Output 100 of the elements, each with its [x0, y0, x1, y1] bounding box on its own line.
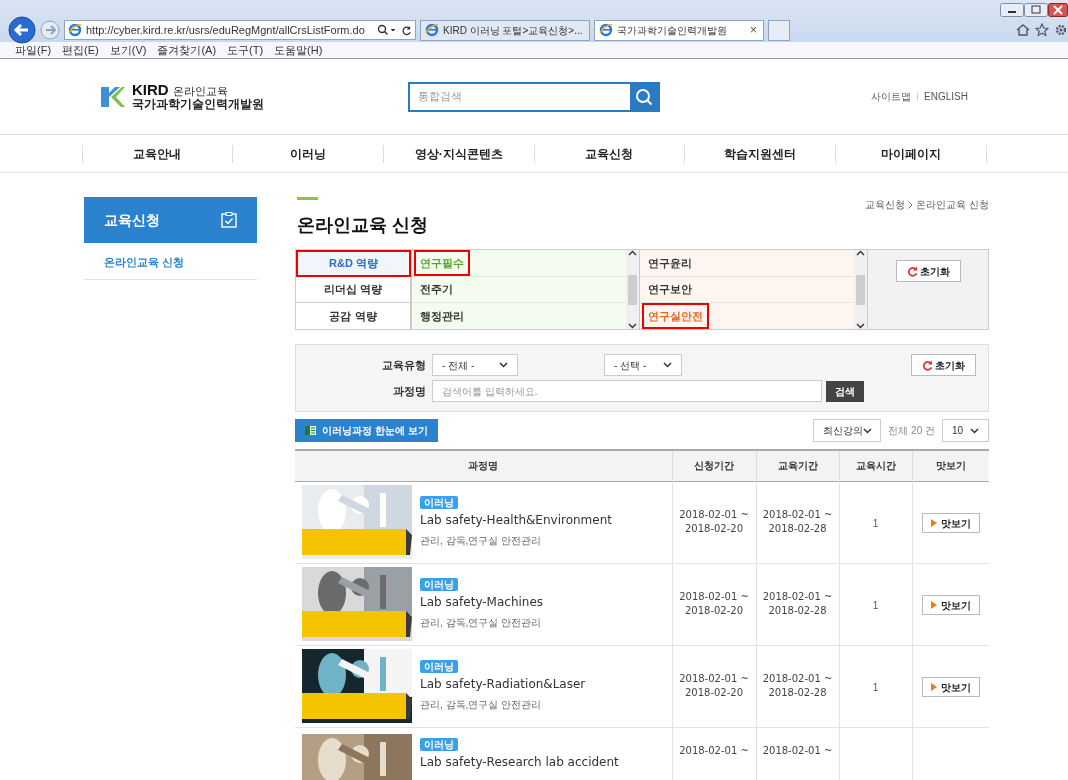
- dropdown[interactable]: - 전체 -: [432, 354, 518, 376]
- table-cell-text: 2018-02-01 ~ 2018-02-28: [761, 672, 834, 700]
- reset-button[interactable]: 초기화: [911, 354, 976, 376]
- table-cell-text: 2018-02-01 ~: [678, 743, 750, 758]
- chevron-up-icon: [856, 250, 865, 256]
- settings-icon[interactable]: [1054, 23, 1066, 37]
- ie-logo-icon: [599, 23, 613, 37]
- spreadsheet-icon: [305, 425, 316, 436]
- table-cell: 1: [872, 682, 879, 693]
- category-option[interactable]: 행정관리: [416, 304, 468, 328]
- refresh-icon: [906, 265, 918, 277]
- scroll-thumb[interactable]: [628, 274, 637, 305]
- scrollbar[interactable]: [626, 250, 639, 329]
- refresh-icon: [922, 359, 933, 371]
- column-header: 교육기간: [756, 450, 839, 481]
- sidebar-item[interactable]: 온라인교육 신청: [84, 243, 257, 280]
- browser-tab[interactable]: 국가과학기술인력개발원 ×: [594, 19, 764, 41]
- table-cell-text: 2018-02-01 ~ 2018-02-28: [761, 508, 834, 536]
- nav-item[interactable]: 이러닝: [290, 144, 326, 163]
- menu-item[interactable]: 즐겨찾기(A): [157, 41, 217, 59]
- preview-button[interactable]: 맛보기: [921, 513, 980, 533]
- dropdown[interactable]: 최신강의: [813, 419, 882, 442]
- nav-item[interactable]: 교육안내: [133, 144, 182, 163]
- course-type-badge: 이러닝: [420, 496, 458, 509]
- breadcrumb-item[interactable]: 온라인교육 신청: [916, 197, 989, 212]
- category-option[interactable]: 연구보안: [644, 278, 696, 301]
- close-icon[interactable]: [1048, 3, 1068, 17]
- table-cell-text: 2018-02-01 ~: [761, 743, 834, 758]
- course-type-badge: 이러닝: [420, 660, 458, 673]
- home-icon[interactable]: [1016, 23, 1030, 37]
- table-cell: 1: [872, 600, 879, 611]
- logo-tagline: 온라인교육: [172, 84, 228, 98]
- search-field[interactable]: 검색어를 입력하세요.: [432, 380, 822, 402]
- logo-icon: [100, 84, 126, 109]
- course-tags: 관리, 감독,연구실 안전관리: [420, 697, 542, 712]
- total-count: 전체 20 건: [888, 424, 935, 438]
- scroll-thumb[interactable]: [856, 274, 865, 305]
- menu-item[interactable]: 파일(F): [15, 41, 52, 59]
- field-label: 과정명: [392, 383, 427, 399]
- course-tags: 관리, 감독,연구실 안전관리: [420, 533, 542, 548]
- search-button[interactable]: 검색: [826, 380, 864, 402]
- play-icon: [930, 683, 937, 691]
- course-title-link[interactable]: Lab safety-Health&Environment: [420, 511, 612, 529]
- preview-button[interactable]: 맛보기: [921, 677, 980, 697]
- chevron-down-icon: [970, 427, 979, 434]
- excel-view-button[interactable]: 이러닝과정 한눈에 보기: [295, 419, 438, 442]
- table-cell-text: 2018-02-01 ~ 2018-02-28: [761, 590, 834, 618]
- chevron-right-icon: [908, 200, 914, 209]
- tab-close-button[interactable]: ×: [748, 21, 759, 39]
- course-type-badge: 이러닝: [420, 737, 458, 751]
- nav-item[interactable]: 마이페이지: [880, 144, 941, 163]
- course-type-badge: 이러닝: [420, 578, 458, 591]
- search-icon[interactable]: [630, 83, 658, 110]
- table-cell-text: 2018-02-01 ~ 2018-02-20: [678, 590, 750, 618]
- ie-logo-icon: [68, 23, 82, 37]
- nav-item[interactable]: 교육신청: [585, 144, 634, 163]
- course-title-link[interactable]: Lab safety-Radiation&Laser: [420, 675, 586, 693]
- menu-item[interactable]: 보기(V): [109, 41, 147, 59]
- column-header: 과정명: [295, 450, 672, 481]
- table-cell-text: 2018-02-01 ~ 2018-02-20: [678, 672, 750, 700]
- dropdown[interactable]: 10: [942, 419, 989, 442]
- minimize-icon[interactable]: [1000, 3, 1024, 17]
- sidebar-title: 교육신청: [104, 210, 160, 230]
- category-option[interactable]: 전주기: [416, 278, 457, 301]
- browser-tab[interactable]: KIRD 이러닝 포털>교육신청>...: [420, 19, 590, 41]
- table-cell-text: 2018-02-01 ~ 2018-02-20: [678, 508, 750, 536]
- course-title-link[interactable]: Lab safety-Research lab accident: [420, 752, 619, 771]
- category-option[interactable]: 연구윤리: [644, 251, 696, 275]
- logo-brand: KIRD: [132, 82, 169, 96]
- menu-item[interactable]: 편집(E): [62, 41, 99, 59]
- clipboard-check-icon: [221, 212, 237, 228]
- header-link[interactable]: 사이트맵: [871, 89, 912, 104]
- page-title: 온라인교육 신청: [297, 214, 428, 237]
- header-link[interactable]: ENGLISH: [924, 89, 968, 104]
- category-item[interactable]: R&D 역량: [296, 250, 411, 277]
- logo-org-name: 국가과학기술인력개발원: [132, 97, 264, 111]
- address-field[interactable]: http://cyber.kird.re.kr/usrs/eduRegMgnt/allCrsListForm.do: [64, 20, 416, 40]
- scrollbar[interactable]: [854, 250, 867, 329]
- chevron-down-icon: [628, 323, 637, 329]
- column-header: 신청기간: [672, 450, 756, 481]
- course-tags: 관리, 감독,연구실 안전관리: [420, 615, 542, 630]
- dropdown[interactable]: - 선택 -: [604, 354, 682, 376]
- menu-item[interactable]: 도구(T): [227, 41, 264, 59]
- chevron-down-icon: [499, 362, 508, 368]
- ie-logo-icon: [425, 23, 439, 37]
- star-icon[interactable]: [1035, 23, 1049, 37]
- search-icon: [377, 24, 397, 36]
- chevron-down-icon: [856, 323, 865, 329]
- chevron-up-icon: [628, 250, 637, 256]
- reset-button[interactable]: 초기화: [895, 260, 961, 282]
- course-title-link[interactable]: Lab safety-Machines: [420, 593, 544, 611]
- preview-button[interactable]: 맛보기: [921, 595, 980, 615]
- breadcrumb-item[interactable]: 교육신청: [865, 197, 906, 212]
- chevron-down-icon: [863, 427, 873, 434]
- nav-item[interactable]: 학습지원센터: [724, 144, 796, 163]
- search-field[interactable]: 통합검색: [408, 81, 660, 112]
- menu-item[interactable]: 도움말(H): [274, 41, 323, 59]
- search-input[interactable]: 통합검색: [410, 83, 630, 110]
- nav-item[interactable]: 영상·지식콘텐츠: [414, 144, 503, 163]
- play-icon: [930, 601, 937, 609]
